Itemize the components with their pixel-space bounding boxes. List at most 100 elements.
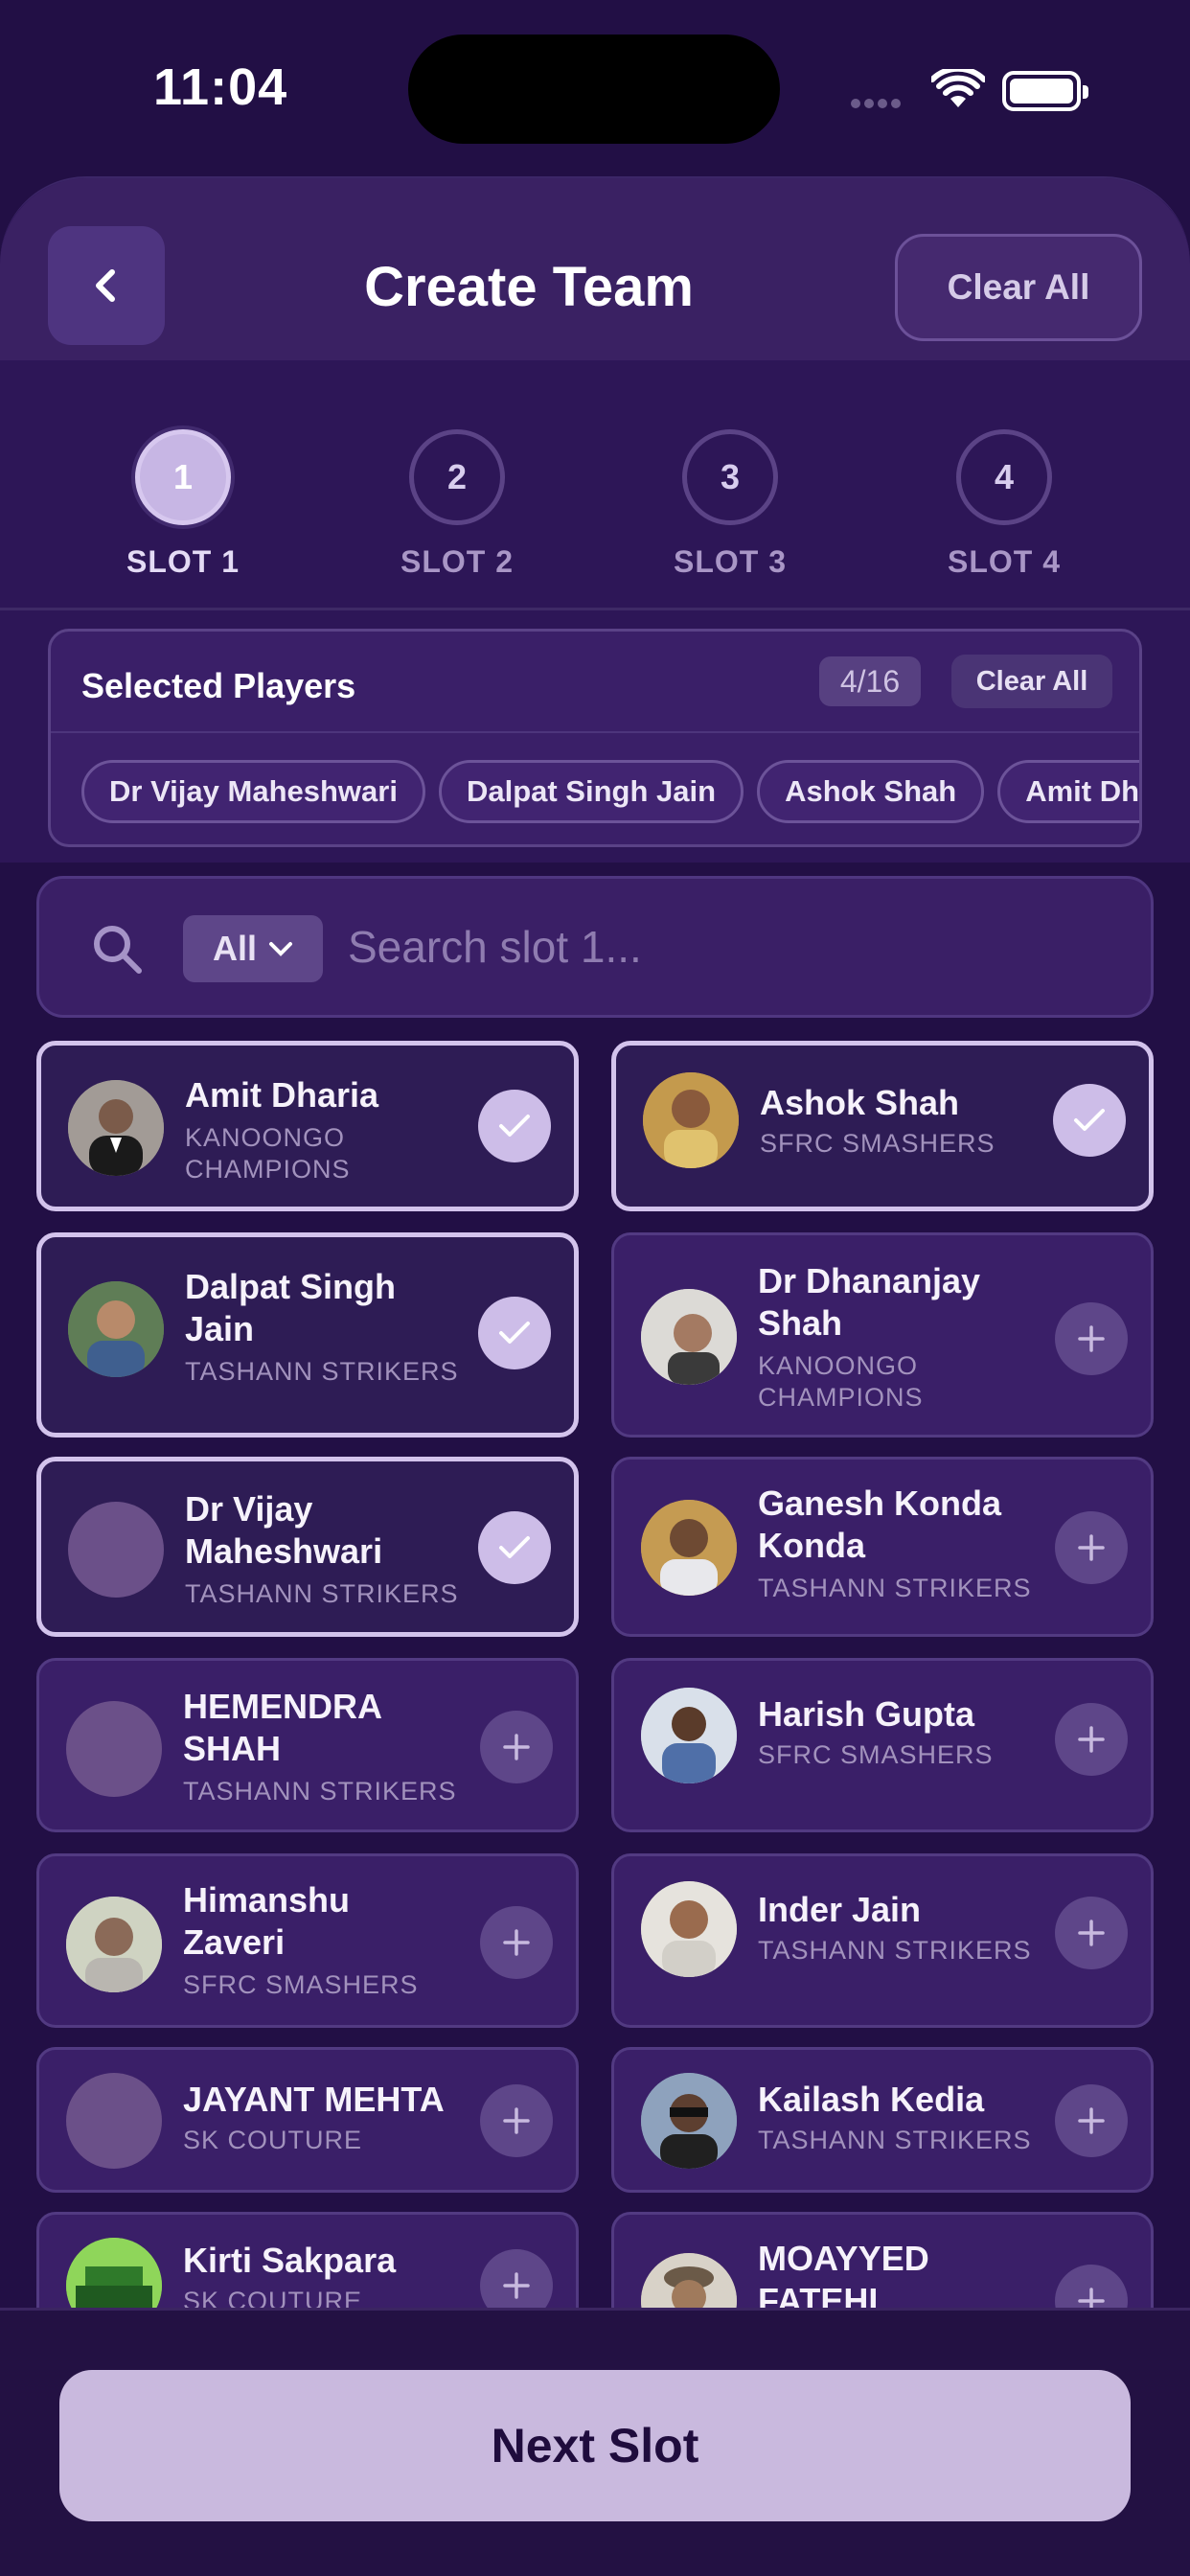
player-card[interactable]: JAYANT MEHTA SK COUTURE <box>36 2047 579 2193</box>
next-slot-button[interactable]: Next Slot <box>59 2370 1131 2521</box>
plus-icon <box>503 2107 530 2134</box>
player-card[interactable]: Inder Jain TASHANN STRIKERS <box>611 1853 1154 2028</box>
player-avatar <box>641 1500 737 1596</box>
player-list-area: All Search slot 1... Amit Dharia KANOONG… <box>0 862 1190 2308</box>
player-card[interactable]: Ashok Shah SFRC SMASHERS <box>611 1041 1154 1211</box>
player-card[interactable]: Amit Dharia KANOONGO CHAMPIONS <box>36 1041 579 1211</box>
player-avatar <box>641 2073 737 2169</box>
selected-player-chip[interactable]: Dr Vijay Maheshwari <box>81 760 425 823</box>
player-name: Dr Dhananjay Shah <box>758 1261 981 1343</box>
player-card[interactable]: Dalpat Singh Jain TASHANN STRIKERS <box>36 1232 579 1438</box>
add-player-button[interactable] <box>1055 1897 1128 1969</box>
player-name: MOAYYED FATEHI <box>758 2239 929 2308</box>
search-input[interactable]: Search slot 1... <box>348 921 642 973</box>
player-card[interactable]: Dr Vijay Maheshwari TASHANN STRIKERS <box>36 1457 579 1637</box>
add-player-button[interactable] <box>1055 1302 1128 1375</box>
player-team: SK COUTURE <box>183 2126 363 2154</box>
slot-tab-3[interactable]: 3 SLOT 3 <box>634 429 826 580</box>
selected-count-badge: 4/16 <box>819 656 921 706</box>
player-team: TASHANN STRIKERS <box>758 1574 1032 1602</box>
selected-player-chip[interactable]: Dalpat Singh Jain <box>438 760 744 823</box>
cellular-signal-icon <box>851 96 904 113</box>
player-card[interactable]: HEMENDRA SHAH TASHANN STRIKERS <box>36 1658 579 1832</box>
selected-check-button[interactable] <box>478 1297 551 1369</box>
player-name: Kailash Kedia <box>758 2080 985 2119</box>
plus-icon <box>503 1929 530 1956</box>
add-player-button[interactable] <box>480 2084 553 2157</box>
player-name: Dr Vijay Maheshwari <box>185 1489 383 1571</box>
selected-check-button[interactable] <box>478 1511 551 1584</box>
player-team: SFRC SMASHERS <box>183 1970 419 1999</box>
plus-icon <box>503 1734 530 1760</box>
selected-player-chip[interactable]: Amit Dharia <box>997 760 1139 823</box>
player-avatar <box>641 1688 737 1783</box>
player-avatar <box>66 1897 162 1992</box>
player-team: TASHANN STRIKERS <box>183 1777 457 1806</box>
add-player-button[interactable] <box>1055 2265 1128 2308</box>
player-card[interactable]: Harish Gupta SFRC SMASHERS <box>611 1658 1154 1832</box>
player-team: KANOONGO CHAMPIONS <box>758 1351 924 1412</box>
plus-icon <box>1078 1325 1105 1352</box>
player-name: Kirti Sakpara <box>183 2241 397 2280</box>
player-name: Ashok Shah <box>760 1083 960 1122</box>
search-bar[interactable]: All Search slot 1... <box>36 876 1154 1018</box>
status-bar: 11:04 <box>0 0 1190 172</box>
check-icon <box>499 1115 530 1137</box>
slot-tab-2[interactable]: 2 SLOT 2 <box>361 429 553 580</box>
header-sheet: Create Team Clear All 1 SLOT 1 2 SLOT 2 … <box>0 176 1190 866</box>
clear-all-button[interactable]: Clear All <box>895 234 1142 341</box>
player-team: TASHANN STRIKERS <box>758 2126 1032 2154</box>
plus-icon <box>1078 1920 1105 1946</box>
wifi-icon <box>929 65 987 116</box>
plus-icon <box>1078 2288 1105 2308</box>
selected-players-panel: Selected Players 4/16 Clear All Dr Vijay… <box>48 629 1142 847</box>
player-team: KANOONGO CHAMPIONS <box>185 1123 351 1184</box>
slot-tab-1[interactable]: 1 SLOT 1 <box>87 429 279 580</box>
player-avatar <box>68 1080 164 1176</box>
player-name: JAYANT MEHTA <box>183 2080 445 2119</box>
selected-clear-all-button[interactable]: Clear All <box>951 655 1112 708</box>
selected-check-button[interactable] <box>478 1090 551 1162</box>
filter-dropdown[interactable]: All <box>183 915 323 982</box>
player-avatar <box>66 2073 162 2169</box>
selected-players-title: Selected Players <box>81 666 356 705</box>
add-player-button[interactable] <box>1055 1511 1128 1584</box>
player-card[interactable]: Himanshu Zaveri SFRC SMASHERS <box>36 1853 579 2028</box>
player-team: TASHANN STRIKERS <box>185 1357 459 1386</box>
player-name: HEMENDRA SHAH <box>183 1687 381 1768</box>
add-player-button[interactable] <box>1055 1703 1128 1776</box>
player-card[interactable]: Dr Dhananjay Shah KANOONGO CHAMPIONS <box>611 1232 1154 1438</box>
player-name: Amit Dharia <box>185 1075 379 1115</box>
search-icon <box>94 926 142 974</box>
player-avatar <box>643 1072 739 1168</box>
player-team: TASHANN STRIKERS <box>758 1936 1032 1965</box>
selected-check-button[interactable] <box>1053 1084 1126 1157</box>
plus-icon <box>1078 1534 1105 1561</box>
add-player-button[interactable] <box>480 2249 553 2308</box>
selected-player-chip[interactable]: Ashok Shah <box>757 760 985 823</box>
player-avatar <box>641 1289 737 1385</box>
player-team: SK COUTURE <box>183 2287 363 2308</box>
add-player-button[interactable] <box>1055 2084 1128 2157</box>
add-player-button[interactable] <box>480 1906 553 1979</box>
chevron-down-icon <box>269 942 292 956</box>
check-icon <box>1074 1109 1105 1131</box>
player-team: SFRC SMASHERS <box>760 1129 995 1158</box>
plus-icon <box>503 2272 530 2299</box>
player-name: Harish Gupta <box>758 1694 975 1734</box>
player-avatar <box>68 1502 164 1598</box>
bottom-bar: Next Slot <box>0 2308 1190 2576</box>
player-avatar <box>66 1701 162 1797</box>
check-icon <box>499 1536 530 1558</box>
player-card[interactable]: Ganesh Konda Konda TASHANN STRIKERS <box>611 1457 1154 1637</box>
selected-chips: Dr Vijay Maheshwari Dalpat Singh Jain Asho… <box>81 760 1139 823</box>
add-player-button[interactable] <box>480 1711 553 1783</box>
player-card[interactable]: MOAYYED FATEHI <box>611 2212 1154 2308</box>
check-icon <box>499 1322 530 1344</box>
player-card[interactable]: Kirti Sakpara SK COUTURE <box>36 2212 579 2308</box>
slot-tab-4[interactable]: 4 SLOT 4 <box>908 429 1100 580</box>
player-name: Himanshu Zaveri <box>183 1880 351 1962</box>
player-avatar <box>68 1281 164 1377</box>
player-name: Inder Jain <box>758 1890 922 1929</box>
player-card[interactable]: Kailash Kedia TASHANN STRIKERS <box>611 2047 1154 2193</box>
